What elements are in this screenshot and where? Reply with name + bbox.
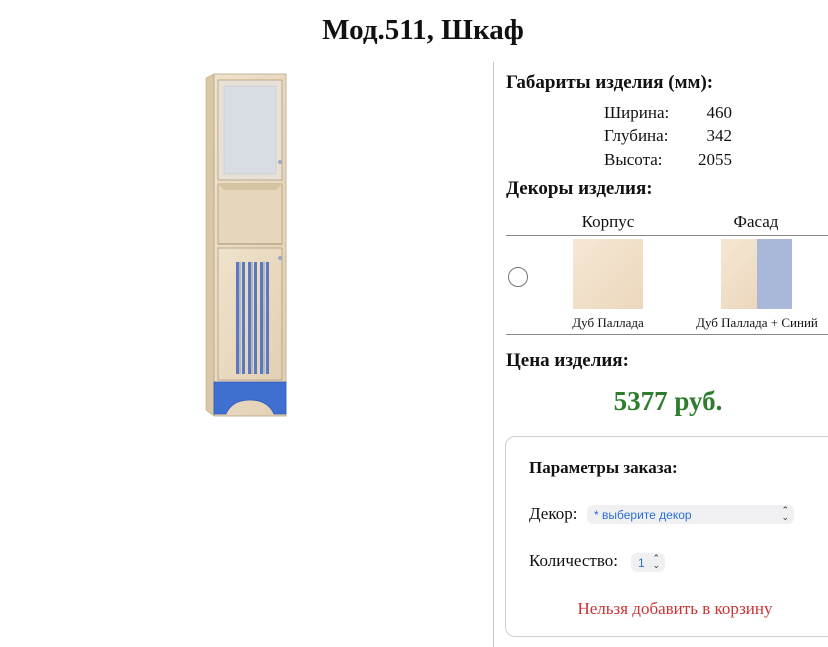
quantity-select[interactable]: 1 ⌃ ⌄	[631, 553, 665, 572]
dimension-row-width: Ширина: 460	[604, 101, 732, 125]
price-value: 5377 руб.	[613, 386, 723, 416]
dimension-value: 460	[706, 102, 733, 122]
decor-radio[interactable]	[508, 267, 528, 287]
order-parameters-heading: Параметры заказа:	[529, 458, 678, 477]
facade-blue-swatch[interactable]	[757, 239, 792, 309]
quantity-select-value: 1	[638, 555, 645, 570]
select-chevron-icon: ⌃ ⌄	[781, 505, 789, 522]
dimensions-heading: Габариты изделия (мм):	[506, 72, 714, 93]
dimension-label: Ширина:	[604, 102, 670, 122]
decor-table-top-border	[506, 235, 828, 236]
body-decor-caption: Дуб Паллада	[572, 315, 644, 330]
dimension-row-height: Высота: 2055	[604, 148, 732, 172]
facade-oak-swatch[interactable]	[721, 239, 757, 309]
price-heading: Цена изделия:	[506, 350, 629, 371]
facade-decor-caption: Дуб Паллада + Синий	[696, 315, 818, 330]
decor-column-body: Корпус	[581, 212, 635, 231]
dimension-row-depth: Глубина: 342	[604, 125, 732, 149]
decor-column-facade: Фасад	[733, 212, 779, 231]
decor-select[interactable]: * выберите декор ⌃ ⌄	[587, 505, 794, 524]
decor-field-label: Декор:	[529, 504, 578, 523]
add-to-cart-error: Нельзя добавить в корзину	[577, 599, 773, 618]
decors-heading: Декоры изделия:	[506, 178, 653, 199]
body-decor-swatch[interactable]	[573, 239, 643, 309]
vertical-divider	[493, 62, 494, 647]
dimensions-table: Ширина: 460 Глубина: 342 Высота: 2055	[604, 101, 732, 172]
dimension-value: 2055	[698, 149, 732, 169]
decor-select-value: * выберите декор	[594, 507, 692, 522]
dimension-label: Глубина:	[604, 126, 669, 146]
dimension-value: 342	[706, 126, 733, 146]
page-title: Мод.511, Шкаф	[322, 14, 524, 46]
select-chevron-icon: ⌃ ⌄	[652, 553, 660, 570]
product-image	[205, 73, 287, 417]
quantity-field-label: Количество:	[529, 551, 618, 570]
decor-table-bottom-border	[506, 334, 828, 335]
dimension-label: Высота:	[604, 149, 663, 169]
